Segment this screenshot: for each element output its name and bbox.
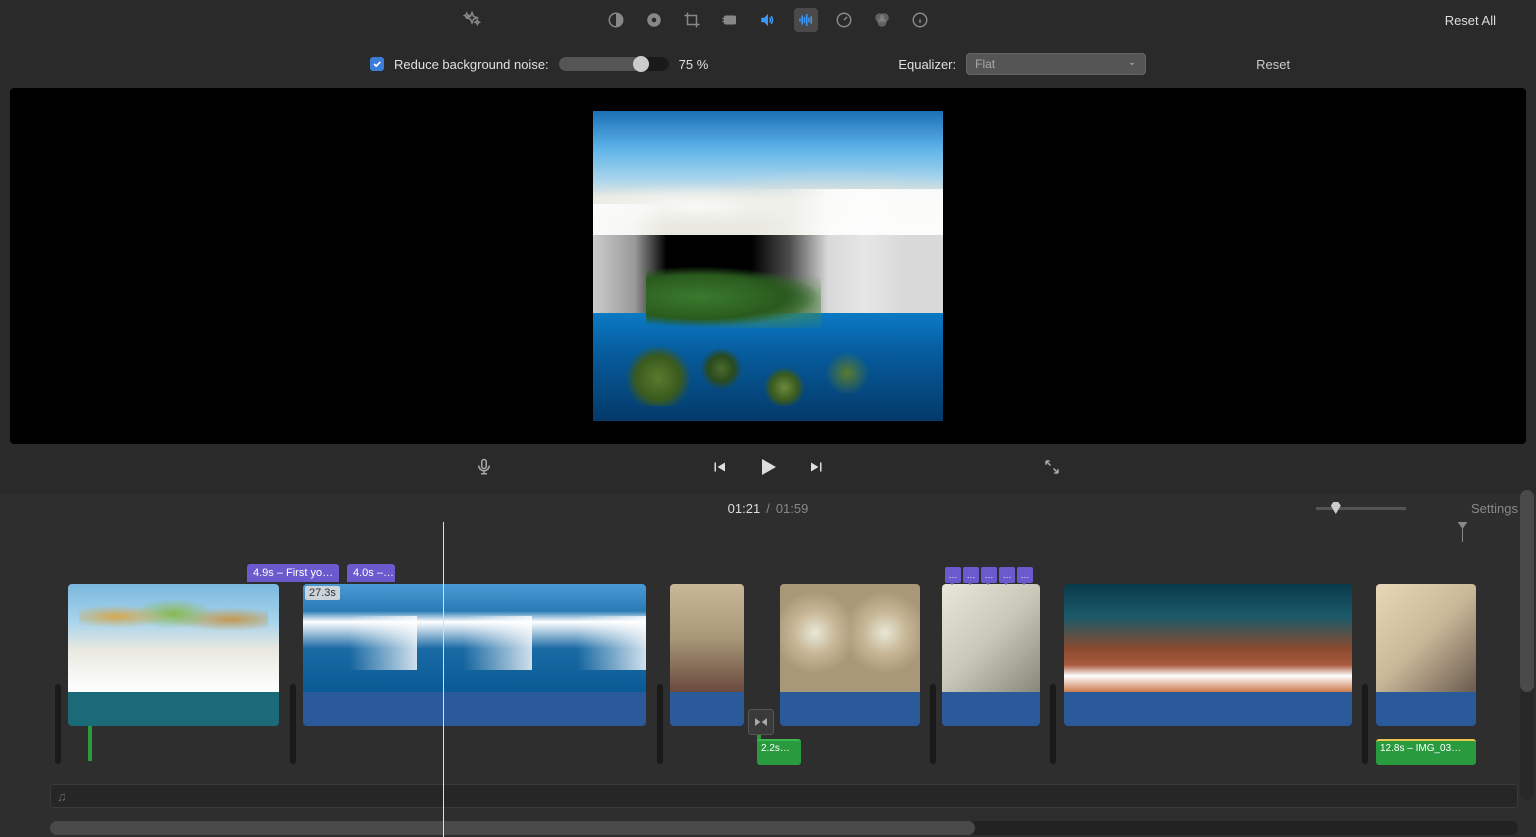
noise-control: Reduce background noise: 75 % [370, 57, 708, 72]
clip-dog2[interactable] [780, 584, 920, 726]
marker-3[interactable]: … [981, 567, 997, 583]
clip-handle[interactable] [1050, 684, 1056, 764]
preview-frame [593, 111, 943, 421]
noise-slider[interactable] [559, 57, 669, 71]
preview-viewer [10, 88, 1526, 444]
title-clip-1[interactable]: 4.9s – First yo… [247, 564, 339, 582]
transition-icon[interactable] [748, 709, 774, 735]
play-button[interactable] [756, 455, 780, 484]
audio-clip-2[interactable]: 12.8s – IMG_03… [1376, 739, 1476, 765]
tool-icons [604, 8, 932, 32]
h-scroll-thumb[interactable] [50, 821, 975, 835]
noise-label: Reduce background noise: [394, 57, 549, 72]
clip-aurora[interactable] [1064, 584, 1352, 726]
prev-button[interactable] [710, 458, 728, 481]
filters-icon[interactable] [870, 8, 894, 32]
time-total: 01:59 [776, 501, 809, 516]
timeline[interactable]: 4.9s – First yo… 4.0s –… … … … … … 27.3s [0, 522, 1536, 837]
marker-2[interactable]: … [963, 567, 979, 583]
adjust-bar: Reduce background noise: 75 % Equalizer:… [0, 40, 1536, 88]
volume-icon[interactable] [756, 8, 780, 32]
clip-duration-badge: 27.3s [305, 586, 340, 600]
clip-map[interactable] [68, 584, 279, 726]
crop-icon[interactable] [680, 8, 704, 32]
clip-waterfall[interactable]: 27.3s [303, 584, 646, 726]
playback-bar [0, 444, 1536, 494]
audio-clip-1[interactable]: 2.2s… [757, 739, 801, 765]
time-sep: / [766, 501, 770, 516]
audio-row: 2.2s… 12.8s – IMG_03… [0, 739, 1536, 767]
noise-reduction-icon[interactable] [794, 8, 818, 32]
reset-button[interactable]: Reset [1256, 57, 1290, 72]
marker-4[interactable]: … [999, 567, 1015, 583]
title-clip-2[interactable]: 4.0s –… [347, 564, 395, 582]
enhance-icon[interactable] [460, 8, 484, 32]
clip-row: 27.3s [0, 584, 1536, 744]
end-marker[interactable] [1462, 522, 1463, 542]
h-scrollbar[interactable] [50, 821, 1518, 835]
marker-1[interactable]: … [945, 567, 961, 583]
marker-group: … … … … … [945, 567, 1033, 583]
time-bar: 01:21 / 01:59 Settings [0, 494, 1536, 522]
reset-all-button[interactable]: Reset All [1445, 13, 1496, 28]
clip-handle[interactable] [657, 684, 663, 764]
color-correction-icon[interactable] [642, 8, 666, 32]
clip-dog4[interactable] [1376, 584, 1476, 726]
clip-handle[interactable] [55, 684, 61, 764]
music-icon: ♫ [57, 789, 67, 804]
info-icon[interactable] [908, 8, 932, 32]
next-button[interactable] [808, 458, 826, 481]
equalizer-select[interactable]: Flat [966, 53, 1146, 75]
noise-value: 75 % [679, 57, 709, 72]
time-current: 01:21 [728, 501, 761, 516]
color-balance-icon[interactable] [604, 8, 628, 32]
fullscreen-icon[interactable] [1043, 458, 1061, 481]
zoom-slider[interactable] [1316, 507, 1406, 510]
v-scroll-thumb[interactable] [1520, 490, 1534, 692]
voiceover-icon[interactable] [475, 456, 493, 483]
stabilization-icon[interactable] [718, 8, 742, 32]
clip-dog3[interactable] [942, 584, 1040, 726]
equalizer-control: Equalizer: Flat [898, 53, 1146, 75]
music-track[interactable]: ♫ [50, 784, 1518, 808]
settings-button[interactable]: Settings [1471, 501, 1518, 516]
clip-handle[interactable] [290, 684, 296, 764]
clip-handle[interactable] [930, 684, 936, 764]
top-toolbar: Reset All [0, 0, 1536, 40]
v-scrollbar[interactable] [1520, 490, 1534, 800]
noise-checkbox[interactable] [370, 57, 384, 71]
playhead[interactable] [443, 522, 444, 837]
speed-icon[interactable] [832, 8, 856, 32]
marker-5[interactable]: … [1017, 567, 1033, 583]
equalizer-label: Equalizer: [898, 57, 956, 72]
clip-handle[interactable] [1362, 684, 1368, 764]
clip-dog1[interactable] [670, 584, 744, 726]
